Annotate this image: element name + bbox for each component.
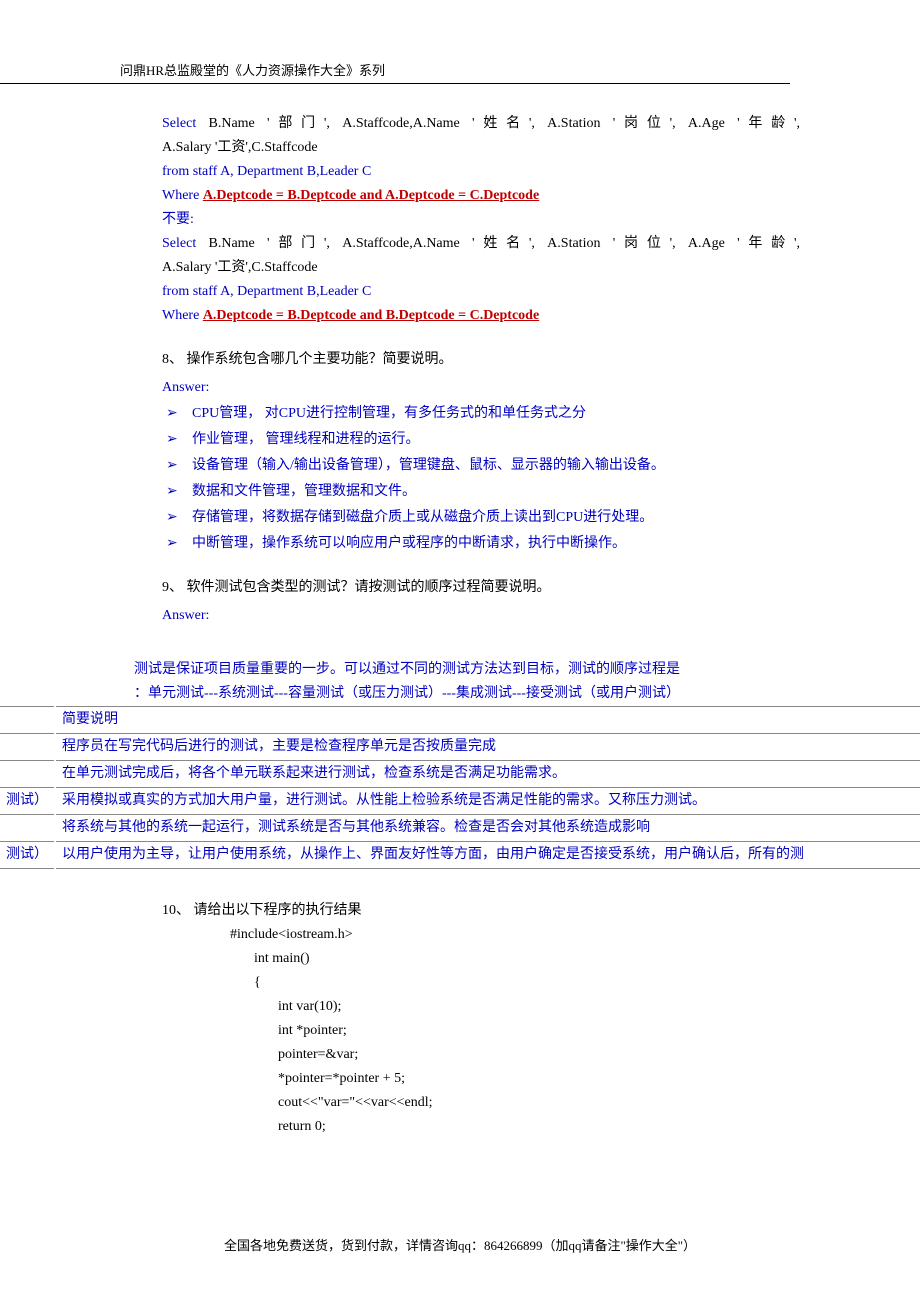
sql1-where: Where A.Deptcode = B.Deptcode and A.Dept… <box>162 184 800 208</box>
table-row: 程序员在写完代码后进行的测试，主要是检查程序单元是否按质量完成 <box>0 734 920 761</box>
main-content: Select B.Name '部门', A.Staffcode,A.Name '… <box>0 112 920 706</box>
q9-title: 9、 软件测试包含类型的测试？请按测试的顺序过程简要说明。 <box>162 576 800 600</box>
code-line: pointer=&var; <box>162 1043 800 1067</box>
table-cell <box>0 815 55 842</box>
table-row: 在单元测试完成后，将各个单元联系起来进行测试，检查系统是否满足功能需求。 <box>0 761 920 788</box>
q8-bullet-list: ➢CPU管理， 对CPU进行控制管理，有多任务式的和单任务式之分➢作业管理， 管… <box>162 400 800 556</box>
table-cell: 测试） <box>0 842 55 869</box>
table-row: 测试）以用户使用为主导，让用户使用系统，从操作上、界面友好性等方面，由用户确定是… <box>0 842 920 869</box>
q10-title: 10、 请给出以下程序的执行结果 <box>162 899 800 923</box>
list-item: ➢中断管理，操作系统可以响应用户或程序的中断请求，执行中断操作。 <box>162 530 800 556</box>
table-cell <box>0 734 55 761</box>
q9-table: 简要说明程序员在写完代码后进行的测试，主要是检查程序单元是否按质量完成在单元测试… <box>0 706 920 869</box>
list-item: ➢设备管理（输入/输出设备管理），管理键盘、鼠标、显示器的输入输出设备。 <box>162 452 800 478</box>
table-cell: 将系统与其他的系统一起运行，测试系统是否与其他系统兼容。检查是否会对其他系统造成… <box>55 815 920 842</box>
sql1-from: from staff A, Department B,Leader C <box>162 160 800 184</box>
sql1-select-1: Select B.Name '部门', A.Staffcode,A.Name '… <box>162 112 800 136</box>
table-row: 测试）采用模拟或真实的方式加大用户量，进行测试。从性能上检验系统是否满足性能的需… <box>0 788 920 815</box>
code-line: int *pointer; <box>162 1019 800 1043</box>
table-cell: 在单元测试完成后，将各个单元联系起来进行测试，检查系统是否满足功能需求。 <box>55 761 920 788</box>
sql2-where: Where A.Deptcode = B.Deptcode and B.Dept… <box>162 304 800 328</box>
code-line: *pointer=*pointer + 5; <box>162 1067 800 1091</box>
code-line: cout<<"var="<<var<<endl; <box>162 1091 800 1115</box>
table-cell: 以用户使用为主导，让用户使用系统，从操作上、界面友好性等方面，由用户确定是否接受… <box>55 842 920 869</box>
list-item: ➢数据和文件管理，管理数据和文件。 <box>162 478 800 504</box>
table-cell: 采用模拟或真实的方式加大用户量，进行测试。从性能上检验系统是否满足性能的需求。又… <box>55 788 920 815</box>
q9-intro-1: 测试是保证项目质量重要的一步。可以通过不同的测试方法达到目标，测试的顺序过程是 <box>134 658 800 682</box>
list-item-text: 数据和文件管理，管理数据和文件。 <box>192 480 416 504</box>
table-header-cell <box>0 707 55 734</box>
arrow-right-icon: ➢ <box>162 478 192 502</box>
code-line: { <box>162 971 800 995</box>
list-item: ➢存储管理，将数据存储到磁盘介质上或从磁盘介质上读出到CPU进行处理。 <box>162 504 800 530</box>
code-line: return 0; <box>162 1115 800 1139</box>
sql-not: 不要: <box>162 208 800 232</box>
q10-code-block: #include<iostream.h>int main(){int var(1… <box>162 923 800 1139</box>
sql2-from: from staff A, Department B,Leader C <box>162 280 800 304</box>
arrow-right-icon: ➢ <box>162 426 192 450</box>
code-line: int var(10); <box>162 995 800 1019</box>
q8-answer-label: Answer: <box>162 376 800 400</box>
list-item: ➢CPU管理， 对CPU进行控制管理，有多任务式的和单任务式之分 <box>162 400 800 426</box>
list-item-text: 存储管理，将数据存储到磁盘介质上或从磁盘介质上读出到CPU进行处理。 <box>192 506 653 530</box>
page-header: 问鼎HR总监殿堂的《人力资源操作大全》系列 <box>0 60 790 84</box>
list-item-text: 作业管理， 管理线程和进程的运行。 <box>192 428 420 452</box>
list-item-text: 设备管理（输入/输出设备管理），管理键盘、鼠标、显示器的输入输出设备。 <box>192 454 665 478</box>
table-header-cell: 简要说明 <box>55 707 920 734</box>
table-cell: 测试） <box>0 788 55 815</box>
table-cell <box>0 761 55 788</box>
code-line: #include<iostream.h> <box>162 923 800 947</box>
list-item-text: CPU管理， 对CPU进行控制管理，有多任务式的和单任务式之分 <box>192 402 586 426</box>
table-row: 将系统与其他的系统一起运行，测试系统是否与其他系统兼容。检查是否会对其他系统造成… <box>0 815 920 842</box>
sql2-select-1: Select B.Name '部门', A.Staffcode,A.Name '… <box>162 232 800 256</box>
arrow-right-icon: ➢ <box>162 452 192 476</box>
code-line: int main() <box>162 947 800 971</box>
list-item-text: 中断管理，操作系统可以响应用户或程序的中断请求，执行中断操作。 <box>192 532 626 556</box>
q9-intro-2: ：单元测试---系统测试---容量测试（或压力测试）---集成测试---接受测试… <box>134 682 800 706</box>
sql1-select-2: A.Salary '工资',C.Staffcode <box>162 136 800 160</box>
arrow-right-icon: ➢ <box>162 504 192 528</box>
q9-answer-label: Answer: <box>162 604 800 628</box>
arrow-right-icon: ➢ <box>162 530 192 554</box>
page-footer: 全国各地免费送货，货到付款，详情咨询qq：864266899（加qq请备注"操作… <box>0 1235 920 1254</box>
list-item: ➢作业管理， 管理线程和进程的运行。 <box>162 426 800 452</box>
q8-title: 8、 操作系统包含哪几个主要功能？简要说明。 <box>162 348 800 372</box>
sql2-select-2: A.Salary '工资',C.Staffcode <box>162 256 800 280</box>
table-cell: 程序员在写完代码后进行的测试，主要是检查程序单元是否按质量完成 <box>55 734 920 761</box>
arrow-right-icon: ➢ <box>162 400 192 424</box>
